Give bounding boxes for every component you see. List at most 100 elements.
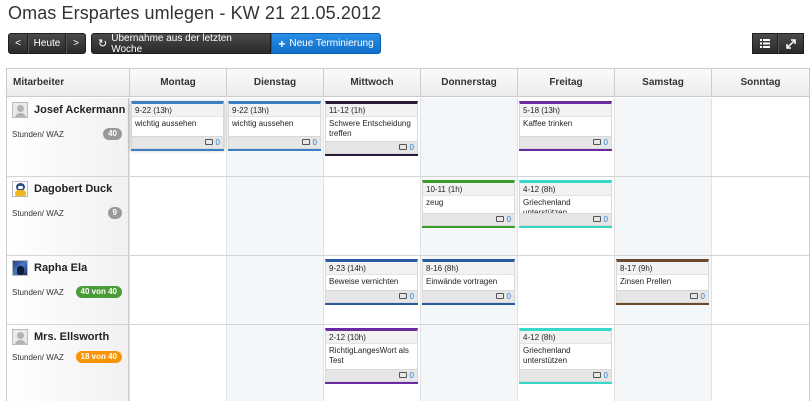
day-cell-friday[interactable]: [517, 256, 614, 324]
comment-count[interactable]: 0: [313, 138, 317, 147]
comment-icon[interactable]: [592, 216, 601, 222]
appointment-color-bar: [228, 149, 321, 151]
appointment-card[interactable]: 9-22 (13h) wichtig aussehen 0: [131, 101, 224, 151]
employee-name[interactable]: Rapha Ela: [34, 262, 87, 274]
day-cell-saturday[interactable]: [614, 98, 711, 176]
column-header-wednesday: Mittwoch: [323, 69, 420, 97]
appointment-card[interactable]: 8-17 (9h) Zinsen Prellen 0: [616, 259, 709, 305]
appointment-card[interactable]: 9-22 (13h) wichtig aussehen 0: [228, 101, 321, 151]
appointment-card[interactable]: 8-16 (8h) Einwände vortragen 0: [422, 259, 515, 305]
comment-count[interactable]: 0: [410, 292, 414, 301]
day-cell-tuesday[interactable]: [226, 325, 323, 401]
appointment-footer: 0: [617, 290, 708, 302]
calendar-header: Mitarbeiter Montag Dienstag Mittwoch Don…: [7, 69, 809, 97]
day-cell-sunday[interactable]: [711, 256, 809, 324]
appointment-card[interactable]: 5-18 (13h) Kaffee trinken 0: [519, 101, 612, 151]
list-view-button[interactable]: [752, 33, 778, 54]
comment-icon[interactable]: [495, 216, 504, 222]
appointment-time: 9-23 (14h): [326, 262, 417, 275]
comment-count[interactable]: 0: [507, 292, 511, 301]
day-cell-saturday[interactable]: [614, 177, 711, 255]
appointment-footer: 0: [229, 136, 320, 148]
hours-badge: 40: [103, 128, 122, 140]
fullscreen-button[interactable]: [778, 33, 804, 54]
comment-icon[interactable]: [398, 293, 407, 299]
person-icon: [12, 102, 28, 118]
day-cell-tuesday[interactable]: [226, 177, 323, 255]
appointment-color-bar: [422, 303, 515, 305]
photo-avatar: [12, 260, 28, 276]
appointment-card[interactable]: 2-12 (10h) RichtigLangesWort als Test 0: [325, 328, 418, 384]
comment-count[interactable]: 0: [604, 138, 608, 147]
day-cell-monday[interactable]: [129, 256, 226, 324]
comment-icon[interactable]: [204, 139, 213, 145]
appointment-card[interactable]: 4-12 (8h)Griechenland unterstützen0: [519, 180, 612, 228]
appointment-time: 10-11 (1h): [423, 183, 514, 196]
comment-icon[interactable]: [495, 293, 504, 299]
comment-count[interactable]: 0: [216, 138, 220, 147]
appointment-footer: 0: [326, 369, 417, 381]
comment-icon[interactable]: [398, 372, 407, 378]
date-nav-group: < Heute >: [8, 33, 86, 54]
appointment-time: 11-12 (1h): [326, 104, 417, 117]
comment-count[interactable]: 0: [604, 371, 608, 380]
appointment-footer: 0: [326, 141, 417, 153]
refresh-icon: ↻: [98, 38, 108, 50]
appointment-time: 8-16 (8h): [423, 262, 514, 275]
comment-icon[interactable]: [398, 144, 407, 150]
comment-count[interactable]: 0: [410, 371, 414, 380]
day-cell-sunday[interactable]: [711, 177, 809, 255]
day-cell-saturday[interactable]: [614, 325, 711, 401]
day-cell-monday[interactable]: [129, 177, 226, 255]
appointment-card[interactable]: 11-12 (1h) Schwere Entscheidung treffen 0: [325, 101, 418, 156]
today-button[interactable]: Heute: [28, 33, 66, 54]
expand-icon: [786, 38, 796, 49]
comment-icon[interactable]: [592, 372, 601, 378]
appointment-footer: 0: [132, 136, 223, 148]
day-cell-tuesday[interactable]: [226, 256, 323, 324]
day-cell-thursday[interactable]: [420, 98, 517, 176]
column-header-thursday: Donnerstag: [420, 69, 517, 97]
appointment-color-bar: [519, 149, 612, 151]
comment-count[interactable]: 0: [604, 215, 608, 224]
comment-icon[interactable]: [689, 293, 698, 299]
hours-badge: 9: [107, 207, 122, 219]
day-cell-sunday[interactable]: [711, 98, 809, 176]
appointment-card[interactable]: 10-11 (1h) zeug 0: [422, 180, 515, 228]
takeover-button[interactable]: ↻ Übernahme aus der letzten Woche: [91, 33, 271, 55]
day-cell-wednesday[interactable]: [323, 177, 420, 255]
new-appointment-button[interactable]: + Neue Terminierung: [271, 33, 381, 54]
comment-icon[interactable]: [592, 139, 601, 145]
employee-hours-label: Stunden/ WAZ: [12, 353, 64, 362]
employee-name[interactable]: Mrs. Ellsworth: [34, 331, 109, 343]
list-icon: [760, 39, 770, 48]
page-title: Omas Erspartes umlegen - KW 21 21.05.201…: [8, 3, 382, 23]
appointment-color-bar: [325, 382, 418, 384]
appointment-footer: 0: [520, 213, 611, 225]
employee-name[interactable]: Josef Ackermann: [34, 104, 125, 116]
comment-icon[interactable]: [301, 139, 310, 145]
appointment-card[interactable]: 4-12 (8h)Griechenland unterstützen0: [519, 328, 612, 384]
appointment-footer: 0: [326, 290, 417, 302]
comment-count[interactable]: 0: [507, 215, 511, 224]
next-week-button[interactable]: >: [66, 33, 86, 54]
person-icon: [12, 329, 28, 345]
appointment-footer: 0: [520, 369, 611, 381]
column-header-saturday: Samstag: [614, 69, 711, 97]
day-cell-monday[interactable]: [129, 325, 226, 401]
employee-cell: Rapha Ela Stunden/ WAZ 40 von 40: [7, 256, 129, 324]
prev-week-button[interactable]: <: [8, 33, 28, 54]
day-cell-thursday[interactable]: [420, 325, 517, 401]
employee-name[interactable]: Dagobert Duck: [34, 183, 112, 195]
appointment-card[interactable]: 9-23 (14h) Beweise vernichten 0: [325, 259, 418, 305]
employee-cell: Josef Ackermann Stunden/ WAZ 40: [7, 98, 129, 176]
column-header-sunday: Sonntag: [711, 69, 809, 97]
day-cell-sunday[interactable]: [711, 325, 809, 401]
appointment-text: RichtigLangesWort als Test: [329, 346, 409, 365]
toolbar: < Heute > ↻ Übernahme aus der letzten Wo…: [8, 33, 381, 55]
employee-cell: Mrs. Ellsworth Stunden/ WAZ 18 von 40: [7, 325, 129, 401]
employee-cell: Dagobert Duck Stunden/ WAZ 9: [7, 177, 129, 255]
appointment-color-bar: [325, 303, 418, 305]
comment-count[interactable]: 0: [410, 143, 414, 152]
comment-count[interactable]: 0: [701, 292, 705, 301]
